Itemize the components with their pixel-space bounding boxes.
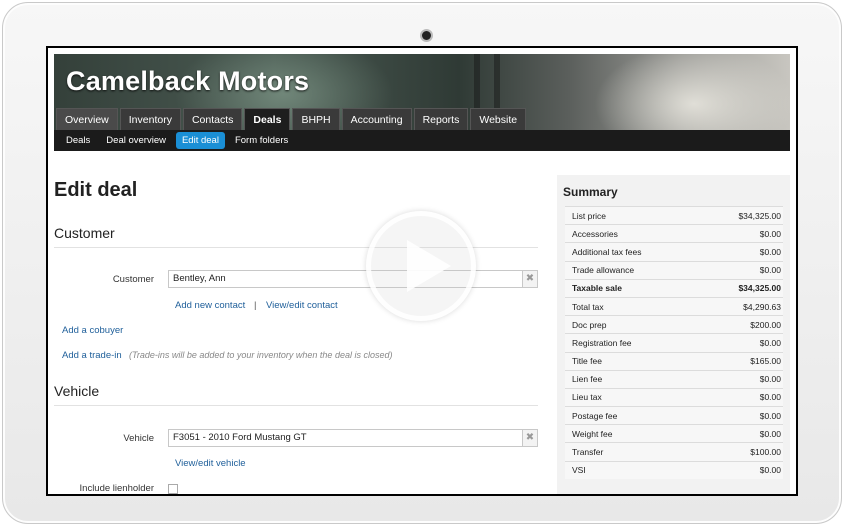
customer-clear-button[interactable]: ✖ [522,270,538,288]
summary-row: Lien fee $0.00 [565,369,783,388]
add-tradein-link[interactable]: Add a trade-in [62,350,122,361]
summary-row-value: $0.00 [759,428,781,439]
summary-row: VSI $0.00 [565,460,783,479]
summary-row-label: Transfer [572,447,604,458]
summary-row-label: Total tax [572,301,604,312]
summary-row-label: Postage fee [572,410,618,421]
main-tabs: Overview Inventory Contacts Deals BHPH A… [54,108,527,130]
summary-row-label: Lieu tax [572,392,602,403]
summary-row-value: $0.00 [759,374,781,385]
summary-row: Lieu tax $0.00 [565,387,783,407]
summary-row-label: Lien fee [572,374,603,385]
main-content: Edit deal Customer Customer Bentley, Ann… [54,151,790,494]
summary-row: Transfer $100.00 [565,442,783,461]
customer-label: Customer [112,274,154,285]
summary-row: Weight fee $0.00 [565,424,783,443]
summary-row: Postage fee $0.00 [565,406,783,425]
tab-website[interactable]: Website [470,108,527,130]
add-cobuyer-link[interactable]: Add a cobuyer [62,325,123,336]
sub-navigation: Deals Deal overview Edit deal Form folde… [54,130,790,151]
tab-contacts[interactable]: Contacts [182,108,243,130]
subnav-edit-deal[interactable]: Edit deal [175,132,225,149]
summary-row-value: $100.00 [750,447,781,458]
summary-row-label: Registration fee [572,337,632,348]
summary-row: Taxable sale $34,325.00 [565,278,783,297]
link-separator: | [254,300,257,311]
include-lienholder-label: Include lienholder [79,483,154,494]
tab-deals[interactable]: Deals [244,108,291,130]
summary-row: Additional tax fees $0.00 [565,242,783,261]
vehicle-section-title: Vehicle [54,383,538,406]
play-icon [407,240,451,292]
play-button[interactable] [366,211,476,321]
summary-row-value: $0.00 [759,246,781,257]
summary-row-value: $4,290.63 [743,301,781,312]
vehicle-field[interactable]: F3051 - 2010 Ford Mustang GT [168,429,523,447]
summary-row-value: $0.00 [759,392,781,403]
summary-row-value: $34,325.00 [738,283,781,294]
subnav-deal-overview[interactable]: Deal overview [100,132,172,149]
vehicle-clear-button[interactable]: ✖ [522,429,538,447]
summary-row-label: Taxable sale [572,283,622,294]
tab-overview[interactable]: Overview [56,108,118,130]
summary-row: Registration fee $0.00 [565,333,783,352]
summary-row-value: $165.00 [750,356,781,367]
summary-row-label: Doc prep [572,319,607,330]
subnav-form-folders[interactable]: Form folders [229,132,294,149]
subnav-deals[interactable]: Deals [60,132,96,149]
summary-row-value: $200.00 [750,319,781,330]
summary-row: Total tax $4,290.63 [565,296,783,316]
tradein-note: (Trade-ins will be added to your invento… [129,350,393,360]
add-new-contact-link[interactable]: Add new contact [175,300,245,311]
summary-row-value: $0.00 [759,265,781,276]
summary-row: List price $34,325.00 [565,206,783,225]
summary-row-label: Title fee [572,356,602,367]
summary-title: Summary [563,185,618,199]
summary-row-label: Trade allowance [572,265,635,276]
summary-row-label: Additional tax fees [572,246,642,257]
summary-row: Doc prep $200.00 [565,315,783,334]
summary-row-label: Accessories [572,228,618,239]
tab-accounting[interactable]: Accounting [341,108,412,130]
view-edit-vehicle-link[interactable]: View/edit vehicle [175,458,246,469]
tab-bhph[interactable]: BHPH [292,108,340,130]
summary-row-value: $0.00 [759,228,781,239]
summary-row-value: $0.00 [759,337,781,348]
summary-table: List price $34,325.00 Accessories $0.00 Addi… [565,206,783,479]
summary-row-value: $34,325.00 [738,210,781,221]
summary-panel: Summary List price $34,325.00 Accessories $… [557,175,790,494]
tab-reports[interactable]: Reports [413,108,469,130]
camera-icon [420,29,433,42]
include-lienholder-checkbox[interactable] [168,484,178,494]
summary-row: Title fee $165.00 [565,351,783,370]
view-edit-contact-link[interactable]: View/edit contact [266,300,338,311]
summary-row-value: $0.00 [759,465,781,476]
summary-row-label: List price [572,210,607,221]
brand-title: Camelback Motors [66,66,310,96]
summary-row-label: VSI [572,465,586,476]
summary-row: Accessories $0.00 [565,224,783,243]
page-title: Edit deal [54,179,138,201]
summary-row-value: $0.00 [759,410,781,421]
summary-row-label: Weight fee [572,428,613,439]
summary-row: Trade allowance $0.00 [565,260,783,279]
vehicle-label: Vehicle [123,433,154,444]
tab-inventory[interactable]: Inventory [119,108,181,130]
